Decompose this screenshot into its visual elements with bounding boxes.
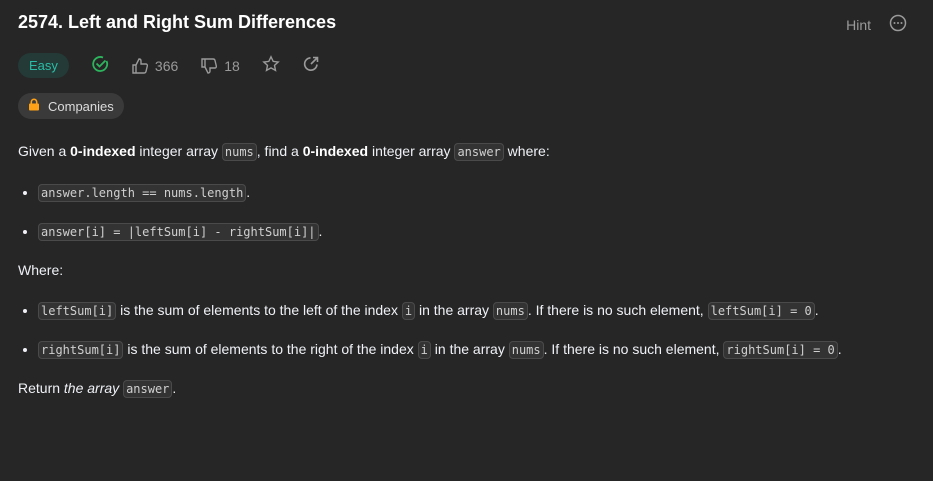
text: integer array — [135, 143, 222, 159]
code: rightSum[i] — [38, 341, 124, 359]
code: leftSum[i] = 0 — [707, 302, 815, 320]
code: nums — [221, 143, 257, 161]
star-icon[interactable] — [262, 55, 280, 76]
where-label: Where: — [18, 262, 64, 278]
text: is the sum of elements to the right of t… — [123, 341, 418, 357]
companies-button[interactable]: Companies — [18, 93, 124, 119]
more-options-icon[interactable] — [889, 14, 907, 35]
text: . — [814, 302, 819, 318]
bold-text: 0-indexed — [70, 143, 136, 159]
code: nums — [492, 302, 528, 320]
text: where: — [503, 143, 550, 159]
code: nums — [508, 341, 544, 359]
list-item: rightSum[i] is the sum of elements to th… — [38, 337, 908, 362]
text: . If there is no such element, — [527, 302, 708, 318]
like-count: 366 — [154, 57, 179, 74]
code: answer[i] = |leftSum[i] - rightSum[i]| — [38, 223, 319, 241]
code: answer — [123, 380, 173, 398]
code: i — [417, 341, 431, 359]
text: in the array — [430, 341, 509, 357]
text: is the sum of elements to the left of th… — [116, 302, 402, 318]
text: in the array — [415, 302, 493, 318]
return-paragraph: Return the array answer. — [18, 376, 908, 401]
text: . — [318, 223, 323, 239]
share-icon[interactable] — [302, 55, 320, 76]
text: . If there is no such element, — [543, 341, 724, 357]
text: Return — [18, 380, 64, 396]
text: . — [837, 341, 842, 357]
solved-check-icon — [91, 55, 109, 76]
thumbs-down-icon — [201, 57, 218, 74]
text: Given a — [18, 143, 71, 159]
dislike-button[interactable]: 18 — [200, 57, 240, 75]
code: i — [401, 302, 416, 320]
problem-description: Given a 0-indexed integer array nums, fi… — [18, 139, 908, 417]
list-item: answer.length == nums.length. — [38, 180, 908, 205]
intro-paragraph: Given a 0-indexed integer array nums, fi… — [18, 139, 908, 164]
text: , find a — [256, 143, 303, 159]
code: leftSum[i] — [38, 302, 117, 320]
code: answer — [454, 143, 504, 161]
text: . — [172, 380, 177, 396]
problem-title: 2574. Left and Right Sum Differences — [18, 12, 337, 32]
companies-label: Companies — [48, 98, 114, 114]
hint-button[interactable]: Hint — [846, 17, 871, 33]
code: answer.length == nums.length — [38, 184, 247, 202]
list-item: leftSum[i] is the sum of elements to the… — [38, 298, 908, 323]
like-button[interactable]: 366 — [131, 57, 178, 75]
lock-icon — [28, 98, 40, 114]
thumbs-up-icon — [132, 57, 148, 74]
italic-text: the array — [63, 380, 120, 396]
list-item: answer[i] = |leftSum[i] - rightSum[i]|. — [38, 219, 908, 244]
text: integer array — [368, 143, 455, 159]
bold-text: 0-indexed — [302, 143, 369, 159]
difficulty-badge: Easy — [18, 53, 69, 78]
text: . — [246, 184, 251, 200]
dislike-count: 18 — [224, 57, 240, 74]
code: rightSum[i] = 0 — [723, 341, 838, 359]
